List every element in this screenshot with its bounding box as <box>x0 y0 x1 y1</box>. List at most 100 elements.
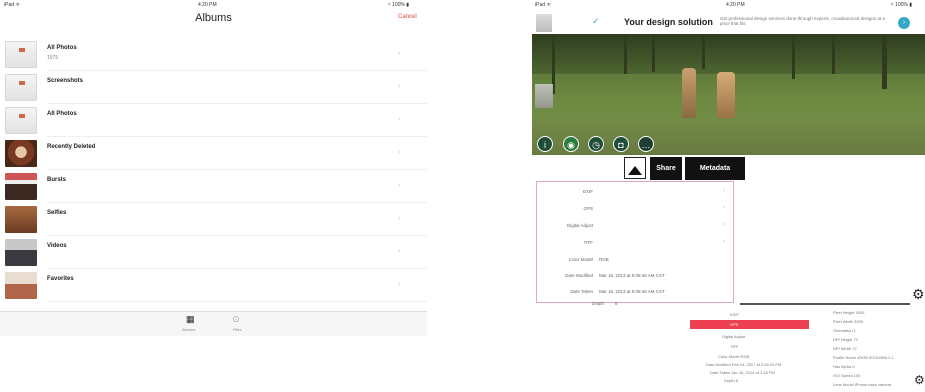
album-row-recently-deleted[interactable]: Recently Deleted › <box>0 137 427 170</box>
metadata-row[interactable]: GPS › <box>537 201 733 217</box>
info-icon[interactable]: i <box>537 136 553 152</box>
metadata-value: Mar 16, 2013 at 6:08:48 AM CST <box>599 273 665 278</box>
chevron-right-icon: › <box>398 248 401 255</box>
album-count: 1975 <box>47 55 59 61</box>
albums-grid-icon[interactable]: ▦ <box>186 314 195 325</box>
ad-title: Your design solution <box>624 17 713 27</box>
album-label: All Photos <box>47 45 77 51</box>
album-thumbnail <box>5 140 37 167</box>
album-label: All Photos <box>47 111 77 117</box>
overview-left-item: TIFF <box>730 344 739 349</box>
album-row-screenshots[interactable]: Screenshots › <box>0 71 427 104</box>
overview-left-item-selected[interactable]: GPS <box>730 322 738 327</box>
metadata-button[interactable]: Metadata <box>685 157 745 180</box>
overview-left-item: EXIF <box>730 312 739 317</box>
tab-files[interactable]: Files <box>233 327 241 332</box>
metadata-row[interactable]: Digital Adjust › <box>537 218 733 234</box>
gear-icon[interactable]: ⚙ <box>912 286 925 303</box>
overview-left-item: Color Model RGB <box>718 354 750 359</box>
overview-right-item: Lens Model iPhone back camera <box>833 382 892 387</box>
metadata-key: Color Model <box>568 257 593 262</box>
status-carrier: iPad ᯤ <box>4 2 20 8</box>
metadata-row: Date Taken Mar 16, 2013 at 6:08:48 AM CS… <box>537 284 733 300</box>
album-row-videos[interactable]: Videos › <box>0 236 427 269</box>
tree-canopy <box>532 34 925 74</box>
overview-left-item: Digital Adjust <box>722 334 746 339</box>
album-thumbnail <box>5 74 37 101</box>
clock-icon[interactable]: ◷ <box>588 136 604 152</box>
page-title: Albums <box>195 12 232 24</box>
giraffe-left <box>682 68 696 118</box>
chevron-right-icon: › <box>398 83 401 90</box>
album-label: Videos <box>47 243 67 249</box>
overview-right-item: DPI Height 72 <box>833 337 858 342</box>
overview-left-item: Date Taken Jan 16, 2014 at 1:18 PM <box>710 370 775 375</box>
status-battery: ≈ 100% ▮ <box>891 2 913 8</box>
overview-left-item: Date Modified Feb 24, 2017 at 2:26:10 PM <box>706 362 782 367</box>
giraffe-right <box>717 72 735 118</box>
selected-row-highlight[interactable] <box>690 320 809 329</box>
ad-banner[interactable]: ✓ Your design solution Get professional … <box>532 12 925 35</box>
albums-screen: iPad ᯤ 4:20 PM ≈ 100% ▮ Albums Cancel Al… <box>0 0 427 392</box>
chevron-right-icon: › <box>398 182 401 189</box>
album-row-bursts[interactable]: Bursts › <box>0 170 427 203</box>
metadata-row: Color Model RGB <box>537 252 733 268</box>
info-icon[interactable]: › <box>898 17 910 29</box>
metadata-key: Date Taken <box>570 289 593 294</box>
metadata-overview-panel: EXIF GPS Digital Adjust TIFF Color Model… <box>688 308 925 392</box>
photo-overlay-figure <box>535 84 553 108</box>
chevron-right-icon: › <box>723 239 725 245</box>
status-battery: ≈ 100% ▮ <box>388 2 410 8</box>
divider <box>740 303 910 305</box>
chevron-right-icon: › <box>723 205 725 211</box>
chevron-right-icon: › <box>723 188 725 194</box>
files-icon[interactable]: ⊙ <box>232 314 240 325</box>
metadata-list: EXIF › GPS › Digital Adjust › TIFF › Col… <box>536 181 734 303</box>
chevron-right-icon: › <box>723 222 725 228</box>
metadata-value: 8 <box>615 301 618 306</box>
gallery-icon[interactable] <box>624 157 646 179</box>
metadata-key: TIFF <box>583 240 594 245</box>
overview-right-item: Pixel Height 3000 <box>833 310 865 315</box>
album-thumbnail <box>5 41 37 68</box>
metadata-row: Date Modified Mar 16, 2013 at 6:08:48 AM… <box>537 268 733 284</box>
chevron-right-icon: › <box>398 116 401 123</box>
album-label: Recently Deleted <box>47 144 96 150</box>
ad-figure-image <box>536 14 552 32</box>
chevron-right-icon: › <box>398 149 401 156</box>
ad-subtitle: Get professional design services done th… <box>720 16 885 26</box>
metadata-key: Date Modified <box>565 273 593 278</box>
album-thumbnail <box>5 206 37 233</box>
album-label: Favorites <box>47 276 74 282</box>
overview-right-item: Profile Name sRGB IEC61966-2.1 <box>833 355 894 360</box>
gear-icon[interactable]: ⚙ <box>914 373 925 387</box>
overview-left-item: Depth 8 <box>724 378 739 383</box>
overview-right-item: Pixel Width 3000 <box>833 319 864 324</box>
album-row-favorites[interactable]: Favorites › <box>0 269 427 302</box>
globe-icon[interactable]: ◉ <box>563 136 579 152</box>
album-row-all-photos[interactable]: All Photos 1975 › <box>0 38 427 71</box>
metadata-row[interactable]: TIFF › <box>537 235 733 251</box>
tab-albums[interactable]: Albums <box>182 327 195 332</box>
overview-right-item: Orientation 1 <box>833 328 856 333</box>
chat-icon[interactable]: … <box>638 136 654 152</box>
camera-icon[interactable]: ◘ <box>613 136 629 152</box>
metadata-key: EXIF <box>582 189 593 194</box>
status-time: 4:20 PM <box>726 2 745 8</box>
album-row-selfies[interactable]: Selfies › <box>0 203 427 236</box>
overview-right-item: DPI Width 72 <box>833 346 857 351</box>
metadata-key: Depth <box>592 301 605 306</box>
chevron-right-icon: › <box>398 281 401 288</box>
metadata-value: RGB <box>599 257 609 262</box>
tab-bar: ▦ Albums ⊙ Files <box>0 311 427 336</box>
metadata-row[interactable]: EXIF › <box>537 184 733 200</box>
album-thumbnail <box>5 239 37 266</box>
album-label: Selfies <box>47 210 67 216</box>
album-label: Bursts <box>47 177 67 183</box>
album-row-all-photos-2[interactable]: All Photos › <box>0 104 427 137</box>
overview-right-item: ISO Speed 100 <box>833 373 861 378</box>
cancel-button[interactable]: Cancel <box>398 14 417 20</box>
chevron-right-icon: › <box>398 50 401 57</box>
share-button[interactable]: Share <box>650 157 682 180</box>
status-carrier: iPad ᯤ <box>535 2 551 8</box>
